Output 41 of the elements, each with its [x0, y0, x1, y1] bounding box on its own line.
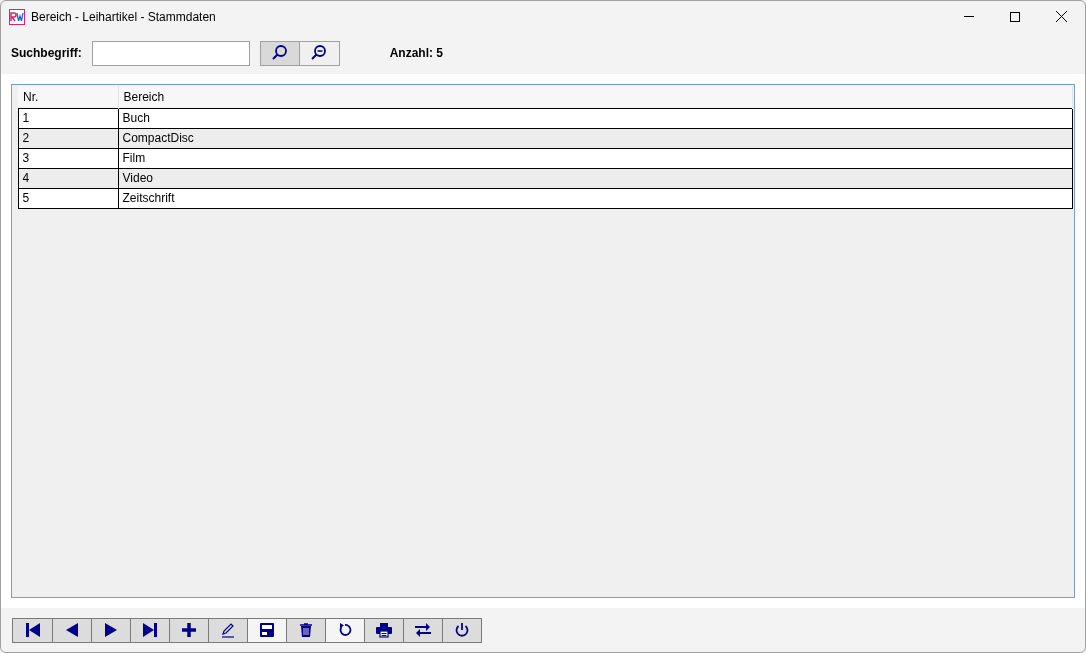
record-count: Anzahl: 5: [389, 45, 443, 62]
table-cell: 2: [18, 128, 118, 148]
table-cell: 4: [18, 168, 118, 188]
table-cell: 3: [18, 148, 118, 168]
first-record-icon: [23, 621, 42, 639]
search-field[interactable]: [91, 40, 250, 66]
power-button[interactable]: [442, 618, 481, 642]
table-cell: Video: [118, 168, 1073, 188]
last-record-icon: [141, 621, 159, 639]
swap-arrows-icon: [414, 621, 432, 639]
prev-button[interactable]: [52, 618, 91, 642]
delete-button[interactable]: [286, 618, 325, 642]
plus-icon: [180, 621, 198, 639]
edit-button[interactable]: [208, 618, 247, 642]
swap-button[interactable]: [403, 618, 442, 642]
search-label: Suchbegriff:: [11, 45, 82, 62]
table-cell: 5: [18, 188, 118, 208]
table-cell: Zeitschrift: [118, 188, 1073, 208]
print-button[interactable]: [364, 618, 403, 642]
close-icon[interactable]: [1056, 11, 1067, 22]
trash-can-icon: [297, 621, 315, 639]
first-button[interactable]: [13, 618, 52, 642]
maximize-icon[interactable]: [1010, 11, 1020, 22]
table-cell: CompactDisc: [118, 128, 1073, 148]
add-button[interactable]: [169, 618, 208, 642]
window-title: Bereich - Leihartikel - Stammdaten: [31, 8, 216, 26]
column-header[interactable]: Bereich: [118, 86, 1073, 108]
pencil-icon: [219, 621, 237, 639]
column-header[interactable]: Nr.: [18, 86, 118, 108]
next-button[interactable]: [91, 618, 130, 642]
last-button[interactable]: [130, 618, 169, 642]
search-button[interactable]: [259, 40, 300, 66]
table-cell: Film: [118, 148, 1073, 168]
zoom-out-icon: [310, 44, 329, 62]
power-icon: [453, 621, 471, 639]
printer-icon: [375, 621, 393, 639]
app-logo-icon: [9, 8, 25, 25]
table-cell: Buch: [118, 108, 1073, 128]
table-cell: 1: [18, 108, 118, 128]
search-icon: [270, 44, 289, 62]
zoom-out-button[interactable]: [299, 40, 340, 66]
